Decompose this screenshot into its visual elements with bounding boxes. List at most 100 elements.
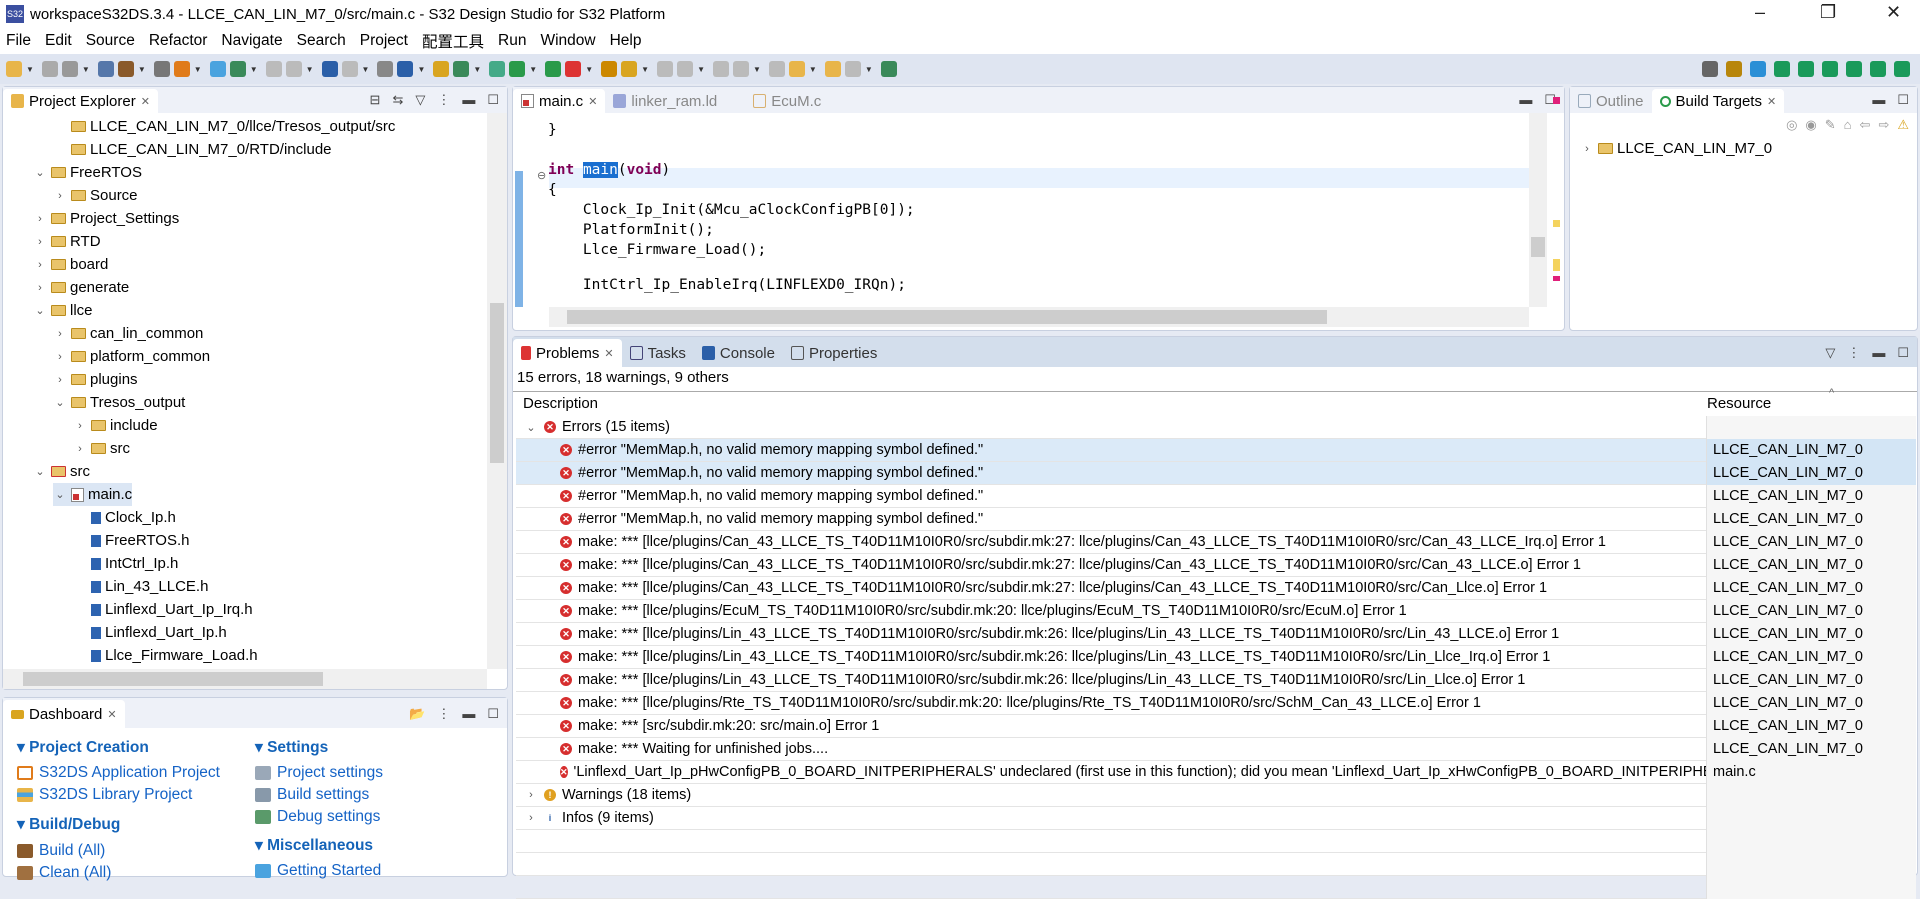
toolbar-button-icon[interactable]: [545, 61, 562, 77]
column-resource[interactable]: Resource: [1707, 395, 1771, 412]
toolbar-button-icon[interactable]: [377, 61, 394, 77]
build-target-project[interactable]: › LLCE_CAN_LIN_M7_0: [1580, 137, 1772, 160]
problem-row[interactable]: ✕ #error "MemMap.h, no valid memory mappi…: [516, 438, 1916, 462]
toolbar-button-icon[interactable]: [677, 61, 694, 77]
chevron-right-icon[interactable]: ›: [53, 190, 67, 202]
back-icon[interactable]: ⇦: [1860, 117, 1871, 133]
code-line[interactable]: }: [548, 120, 557, 140]
problem-row[interactable]: ✕ #error "MemMap.h, no valid memory mappi…: [516, 507, 1916, 531]
chevron-down-icon[interactable]: ⌄: [33, 465, 47, 478]
editor-horizontal-scrollbar[interactable]: [549, 307, 1529, 327]
toolbar-button-icon[interactable]: [209, 61, 226, 77]
toolbar-button-icon[interactable]: [712, 61, 729, 77]
dropdown-arrow-icon[interactable]: ▼: [585, 65, 593, 74]
tab-tasks[interactable]: Tasks: [622, 339, 694, 367]
problem-group[interactable]: ⌄ ✕ Errors (15 items): [516, 415, 1916, 439]
warning-marker[interactable]: [1553, 220, 1560, 227]
dropdown-arrow-icon[interactable]: ▼: [362, 65, 370, 74]
toolbar-button-icon[interactable]: [621, 61, 638, 77]
chevron-down-icon[interactable]: ⌄: [524, 421, 538, 434]
code-line[interactable]: PlatformInit();: [548, 220, 714, 240]
tree-item[interactable]: FreeRTOS.h: [73, 529, 189, 552]
toolbar-button-icon[interactable]: [657, 61, 674, 77]
tab-build-targets[interactable]: Build Targets ✕: [1651, 89, 1785, 113]
minimize-button[interactable]: –: [1755, 2, 1765, 23]
tree-item[interactable]: › can_lin_common: [53, 322, 203, 345]
code-line[interactable]: Clock_Ip_Init(&Mcu_aClockConfigPB[0]);: [548, 200, 915, 220]
menu-source[interactable]: Source: [86, 32, 135, 50]
tree-item[interactable]: LLCE_CAN_LIN_M7_0/RTD/include: [53, 138, 332, 161]
fold-icon[interactable]: ⊖: [537, 169, 546, 182]
tree-item[interactable]: ⌄ llce: [33, 299, 92, 322]
code-line[interactable]: Llce_Firmware_Load();: [548, 240, 766, 260]
problem-row[interactable]: ✕ make: *** [llce/plugins/Lin_43_LLCE_TS_…: [516, 668, 1916, 692]
tree-item[interactable]: › RTD: [33, 230, 100, 253]
home-icon[interactable]: ⌂: [1844, 117, 1852, 133]
column-description[interactable]: Description: [523, 395, 598, 412]
open-folder-icon[interactable]: 📂: [409, 706, 425, 722]
toolbar-button-icon[interactable]: [565, 61, 582, 77]
toolbar-button-icon[interactable]: [173, 61, 190, 77]
problem-row[interactable]: ✕ make: *** [llce/plugins/Lin_43_LLCE_TS_…: [516, 622, 1916, 646]
menu-file[interactable]: File: [6, 32, 31, 50]
tree-item[interactable]: › Project_Settings: [33, 207, 179, 230]
menu-search[interactable]: Search: [297, 32, 346, 50]
chevron-down-icon[interactable]: ⌄: [33, 304, 47, 317]
tree-item[interactable]: Linflexd_Uart_Ip.h: [73, 621, 227, 644]
view-menu-icon[interactable]: ⋮: [1847, 345, 1860, 361]
problem-row[interactable]: ✕ make: *** [llce/plugins/Can_43_LLCE_TS_…: [516, 530, 1916, 554]
dropdown-arrow-icon[interactable]: ▼: [809, 65, 817, 74]
menu-edit[interactable]: Edit: [45, 32, 72, 50]
chevron-right-icon[interactable]: ›: [53, 351, 67, 363]
close-icon[interactable]: ✕: [588, 95, 597, 108]
toolbar-button-icon[interactable]: [768, 61, 785, 77]
editor-vertical-scrollbar[interactable]: [1529, 113, 1547, 307]
tree-item[interactable]: Lin_43_LLCE.h: [73, 575, 208, 598]
menu-refactor[interactable]: Refactor: [149, 32, 208, 50]
forward-icon[interactable]: ⇨: [1878, 117, 1889, 133]
error-marker[interactable]: [1553, 97, 1560, 104]
problem-row[interactable]: ✕ make: *** [llce/plugins/Can_43_LLCE_TS_…: [516, 576, 1916, 600]
perspective-icon[interactable]: [1726, 61, 1742, 77]
toolbar-button-icon[interactable]: [397, 61, 414, 77]
link-editor-icon[interactable]: ⇆: [392, 92, 403, 108]
tab-console[interactable]: Console: [694, 339, 783, 367]
dropdown-arrow-icon[interactable]: ▼: [753, 65, 761, 74]
problem-row[interactable]: ✕ #error "MemMap.h, no valid memory mappi…: [516, 484, 1916, 508]
perspective-icon[interactable]: [1894, 61, 1910, 77]
tab-dashboard[interactable]: Dashboard ✕: [3, 700, 125, 728]
tab-main-c[interactable]: main.c ✕: [513, 89, 606, 113]
toolbar-button-icon[interactable]: [844, 61, 861, 77]
maximize-icon[interactable]: ☐: [487, 92, 499, 108]
toolbar-button-icon[interactable]: [509, 61, 526, 77]
problem-row[interactable]: ✕ make: *** Waiting for unfinished jobs..…: [516, 737, 1916, 761]
dropdown-arrow-icon[interactable]: ▼: [306, 65, 314, 74]
tree-item[interactable]: › include: [73, 414, 157, 437]
expand-icon[interactable]: ›: [1580, 143, 1594, 155]
problem-group[interactable]: › i Infos (9 items): [516, 806, 1916, 830]
build-target-icon[interactable]: ◎: [1786, 117, 1797, 133]
problem-row[interactable]: ✕ make: *** [llce/plugins/EcuM_TS_T40D11M…: [516, 599, 1916, 623]
dropdown-arrow-icon[interactable]: ▼: [82, 65, 90, 74]
tree-item[interactable]: Linflexd_Uart_Ip_Irq.h: [73, 598, 253, 621]
link-debug-settings[interactable]: Debug settings: [255, 808, 380, 826]
menu-project[interactable]: Project: [360, 32, 408, 50]
view-menu-icon[interactable]: ⋮: [437, 92, 450, 108]
problem-row[interactable]: ✕ #error "MemMap.h, no valid memory mappi…: [516, 461, 1916, 485]
tab-linker-ram-ld[interactable]: linker_ram.ld: [605, 89, 725, 113]
problem-row[interactable]: ✕ make: *** [src/subdir.mk:20: src/main.o…: [516, 714, 1916, 738]
chevron-right-icon[interactable]: ›: [53, 328, 67, 340]
section-build-debug[interactable]: ▾ Build/Debug: [17, 815, 120, 834]
problem-row[interactable]: ✕ make: *** [llce/plugins/Rte_TS_T40D11M1…: [516, 691, 1916, 715]
dropdown-arrow-icon[interactable]: ▼: [250, 65, 258, 74]
tree-item[interactable]: ⌄ src: [33, 460, 90, 483]
tree-item[interactable]: › board: [33, 253, 108, 276]
scroll-thumb[interactable]: [1531, 237, 1545, 257]
link-getting-started[interactable]: Getting Started: [255, 862, 381, 880]
vertical-scrollbar[interactable]: [487, 113, 507, 669]
dropdown-arrow-icon[interactable]: ▼: [473, 65, 481, 74]
minimize-icon[interactable]: ▬: [1519, 92, 1532, 108]
section-miscellaneous[interactable]: ▾ Miscellaneous: [255, 836, 373, 855]
code-line[interactable]: int main(void): [548, 160, 670, 180]
maximize-button[interactable]: ❐: [1820, 2, 1836, 23]
